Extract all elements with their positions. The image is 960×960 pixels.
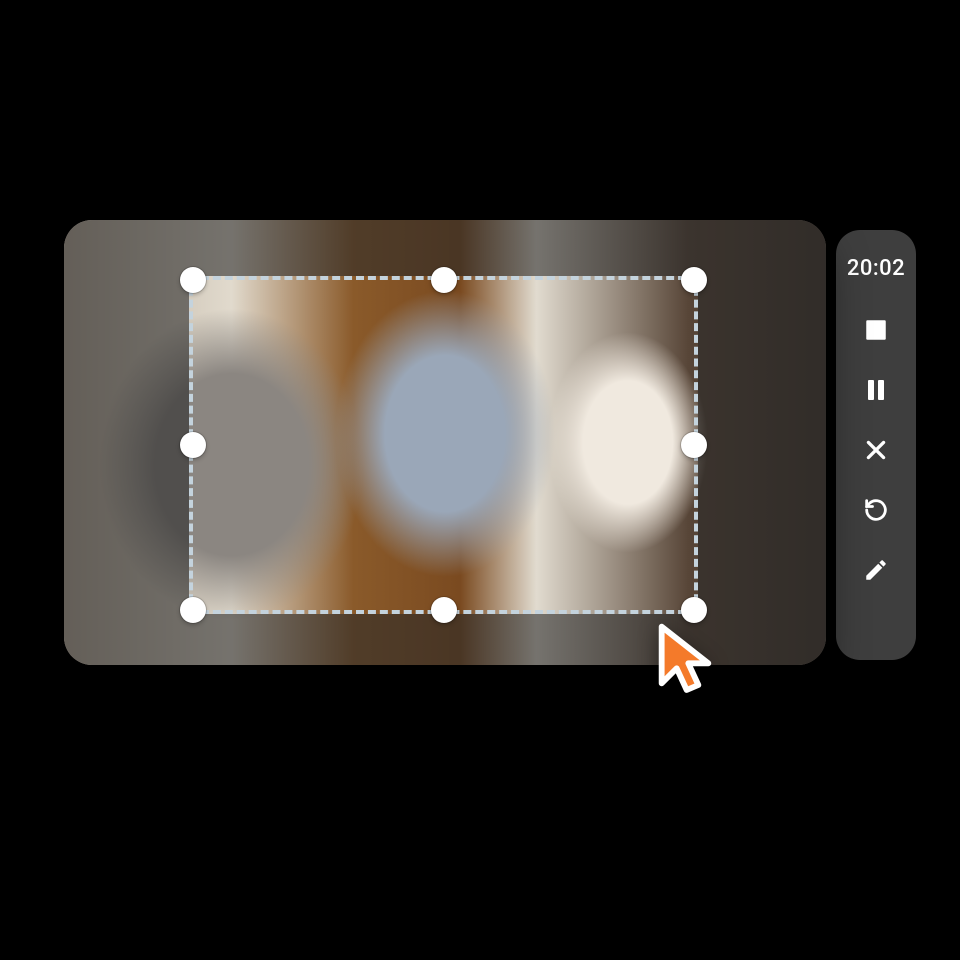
resize-handle-middle-right[interactable] [681,432,707,458]
resize-handle-middle-left[interactable] [180,432,206,458]
pause-icon [864,376,888,404]
resize-handle-top-left[interactable] [180,267,206,293]
restart-button[interactable] [859,493,893,527]
resize-handle-top-right[interactable] [681,267,707,293]
draw-button[interactable] [859,553,893,587]
recording-toolbar: 20:02 [836,230,916,660]
resize-handle-bottom-center[interactable] [431,597,457,623]
resize-handle-top-center[interactable] [431,267,457,293]
pause-button[interactable] [859,373,893,407]
capture-window [64,220,826,665]
resize-handle-bottom-right[interactable] [681,597,707,623]
dim-overlay [64,276,189,614]
stop-button[interactable] [859,313,893,347]
dim-overlay [698,276,826,614]
resize-handle-bottom-left[interactable] [180,597,206,623]
selection-rectangle[interactable] [189,276,698,614]
close-icon [863,437,889,463]
restart-icon [862,496,890,524]
stop-icon [863,317,889,343]
cancel-button[interactable] [859,433,893,467]
pencil-icon [863,557,889,583]
timer-display: 20:02 [847,256,905,281]
